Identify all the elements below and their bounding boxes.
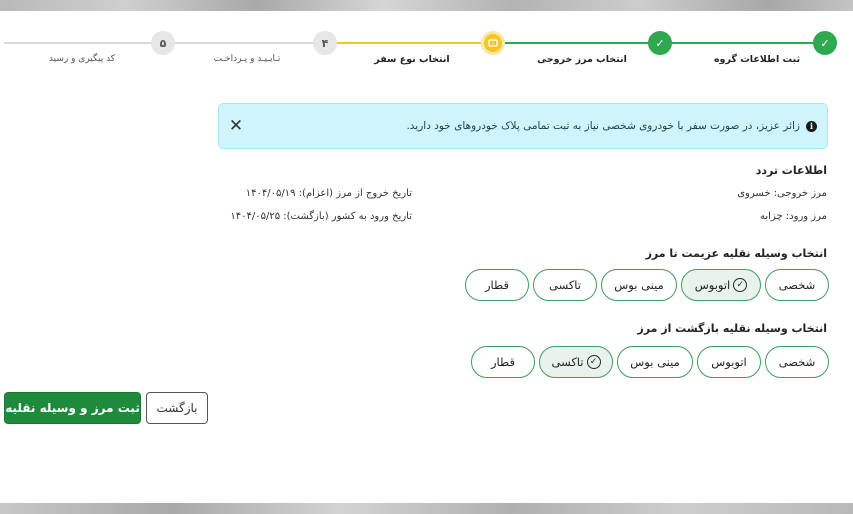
return-option-taxi[interactable]: ✓ تاکسی <box>539 346 613 378</box>
return-option-bus[interactable]: اتوبوس <box>697 346 761 378</box>
bottom-decorative-band <box>0 503 853 514</box>
step-4-number: ۴ <box>313 31 337 55</box>
step-3-label: انتخاب نوع سفر <box>374 54 450 65</box>
step-5-label: کد پیگیری و رسید <box>48 54 116 64</box>
return-option-personal[interactable]: شخصی <box>765 346 829 378</box>
exit-border-text: مرز خروجی: خسروی <box>737 188 827 199</box>
return-option-train[interactable]: قطار <box>471 346 535 378</box>
departure-option-train[interactable]: قطار <box>465 269 529 301</box>
step-1-label: ثبت اطلاعات گروه <box>713 54 801 65</box>
return-vehicle-title: انتخاب وسیله نقلیه بازگشت از مرز <box>637 322 827 335</box>
stepper-line-done <box>493 42 660 44</box>
step-5-number: ۵ <box>151 31 175 55</box>
departure-option-bus[interactable]: ✓ اتوبوس <box>681 269 761 301</box>
travel-info-title: اطلاعات تردد <box>755 164 827 177</box>
stepper-line-pending <box>4 42 163 44</box>
top-decorative-band <box>0 0 853 11</box>
check-circle-icon: ✓ <box>733 278 748 292</box>
step-3-ticket-icon <box>481 31 505 55</box>
departure-vehicle-options: شخصی ✓ اتوبوس مینی بوس تاکسی قطار <box>465 269 829 301</box>
departure-option-minibus[interactable]: مینی بوس <box>601 269 677 301</box>
step-2-label: انتخاب مرز خروجی <box>537 54 627 65</box>
submit-border-vehicle-button[interactable]: ثبت مرز و وسیله نقلیه <box>4 392 141 424</box>
departure-option-taxi[interactable]: تاکسی <box>533 269 597 301</box>
progress-stepper: ✓ ثبت اطلاعات گروه ✓ انتخاب مرز خروجی ان… <box>0 24 853 74</box>
close-alert-button[interactable]: ✕ <box>227 116 245 136</box>
return-option-minibus[interactable]: مینی بوس <box>617 346 693 378</box>
departure-option-personal[interactable]: شخصی <box>765 269 829 301</box>
stepper-line-active <box>325 42 493 44</box>
entry-border-text: مرز ورود: چزابه <box>760 211 827 222</box>
step-2-check-icon: ✓ <box>648 31 672 55</box>
step-1-check-icon: ✓ <box>813 31 837 55</box>
info-alert: i زائر عزیز، در صورت سفر با خودروی شخصی … <box>218 103 828 149</box>
exit-date-text: تاریخ خروج از مرز (اعزام): ۱۴۰۴/۰۵/۱۹ <box>245 188 412 199</box>
departure-vehicle-title: انتخاب وسیله نقلیه عزیمت تا مرز <box>645 247 827 260</box>
ticket-icon <box>488 39 498 47</box>
stepper-line-done <box>660 42 825 44</box>
check-circle-icon: ✓ <box>586 355 601 369</box>
return-vehicle-options: شخصی اتوبوس مینی بوس ✓ تاکسی قطار <box>471 346 829 378</box>
step-4-label: تـایـیـد و پـرداخـت <box>213 54 281 64</box>
alert-message: زائر عزیز، در صورت سفر با خودروی شخصی نی… <box>406 120 800 132</box>
info-icon: i <box>806 120 817 132</box>
stepper-line-pending <box>163 42 325 44</box>
back-button[interactable]: بازگشت <box>146 392 208 424</box>
entry-date-text: تاریخ ورود به کشور (بازگشت): ۱۴۰۴/۰۵/۲۵ <box>230 211 412 222</box>
